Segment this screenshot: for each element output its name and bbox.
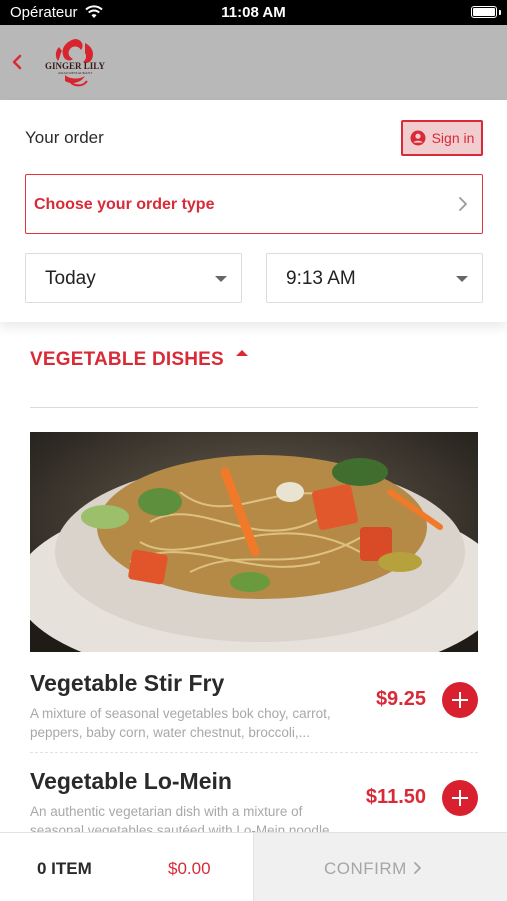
time-select-value: 9:13 AM (286, 268, 356, 289)
user-circle-icon (410, 130, 426, 146)
cart-bar: 0 ITEM $0.00 CONFIRM (0, 832, 507, 901)
confirm-label: CONFIRM (324, 859, 407, 878)
menu-item-price: $9.25 (375, 688, 426, 710)
order-type-selector[interactable]: Choose your order type (25, 174, 483, 234)
back-chevron-icon[interactable] (6, 47, 28, 77)
divider (30, 752, 478, 753)
chevron-right-icon (459, 197, 467, 211)
menu-item-description: A mixture of seasonal vegetables bok cho… (30, 706, 331, 740)
time-select[interactable]: 9:13 AM (266, 253, 483, 303)
plus-icon[interactable] (442, 682, 478, 718)
confirm-button[interactable]: CONFIRM (254, 833, 507, 901)
menu-item-description: An authentic vegetarian dish with a mixt… (30, 804, 330, 832)
menu-item-name: Vegetable Lo-Mein (30, 768, 232, 794)
divider (30, 407, 478, 408)
logo-subtext: ASIAN RESTAURANT (58, 71, 93, 75)
battery-icon (471, 6, 497, 18)
menu-item-name: Vegetable Stir Fry (30, 670, 225, 696)
plus-icon[interactable] (442, 780, 478, 816)
caret-up-icon[interactable] (236, 350, 248, 356)
chevron-right-icon (414, 862, 421, 874)
status-bar: Opérateur 11:08 AM (0, 0, 507, 25)
menu-item[interactable]: Vegetable Stir Fry A mixture of seasonal… (30, 670, 478, 746)
sign-in-label: Sign in (431, 130, 475, 146)
sign-in-button[interactable]: Sign in (401, 120, 483, 156)
cart-total: $0.00 (168, 859, 211, 878)
cart-summary[interactable]: 0 ITEM $0.00 (0, 833, 254, 901)
battery-tip (499, 10, 501, 15)
your-order-title: Your order (25, 128, 104, 147)
section-title[interactable]: VEGETABLE DISHES (30, 349, 224, 371)
day-select-value: Today (45, 268, 96, 289)
caret-down-icon (456, 276, 468, 282)
caret-down-icon (215, 276, 227, 282)
dish-photo (30, 432, 478, 652)
clock: 11:08 AM (221, 4, 286, 21)
order-panel: Your order Sign in Choose your order typ… (0, 100, 507, 322)
app-header: GINGER LILY ASIAN RESTAURANT (0, 25, 507, 100)
menu-item[interactable]: Vegetable Lo-Mein An authentic vegetaria… (30, 768, 478, 832)
order-type-label: Choose your order type (34, 196, 215, 213)
cart-item-count: 0 ITEM (37, 859, 92, 878)
menu-item-price: $11.50 (365, 786, 426, 808)
day-select[interactable]: Today (25, 253, 242, 303)
restaurant-logo: GINGER LILY ASIAN RESTAURANT (45, 39, 105, 87)
logo-text: GINGER LILY (45, 61, 105, 71)
noodle-dish-image (30, 432, 478, 652)
